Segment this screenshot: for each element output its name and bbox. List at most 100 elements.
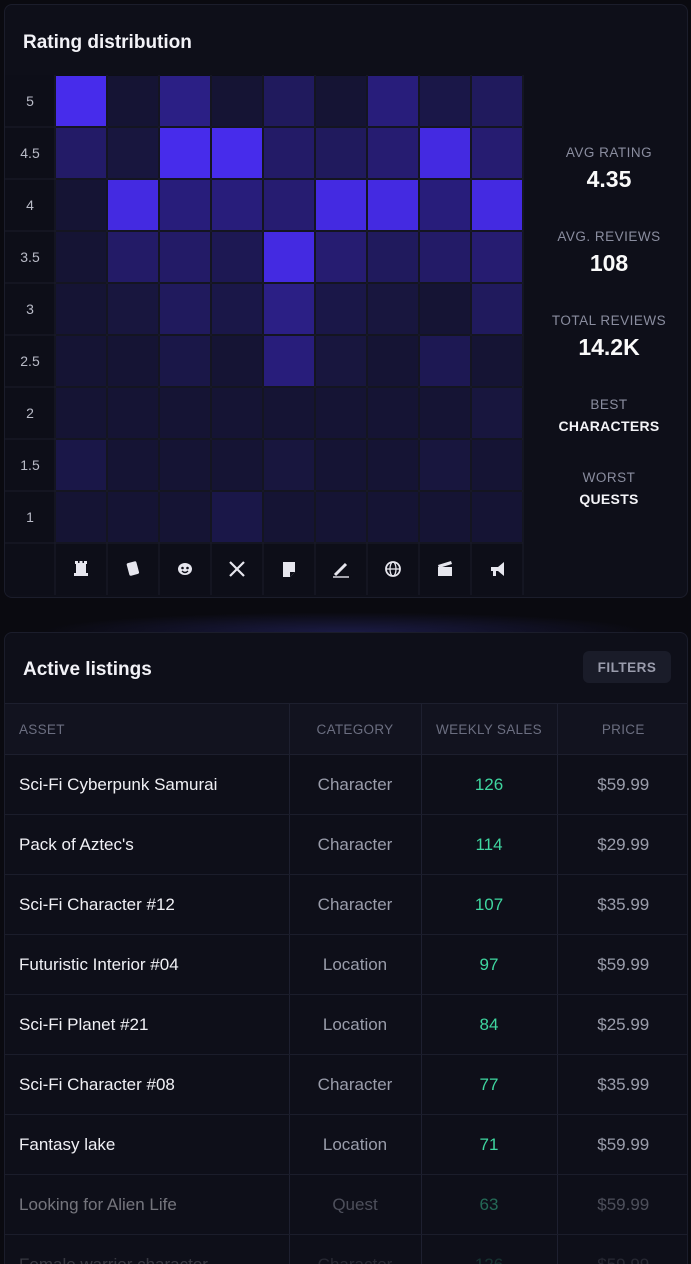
heatmap-cell[interactable] [160, 388, 210, 438]
heatmap-cell[interactable] [368, 284, 418, 334]
heatmap-cell[interactable] [108, 128, 158, 178]
heatmap-cell[interactable] [420, 492, 470, 542]
heatmap-cell[interactable] [108, 336, 158, 386]
heatmap-cell[interactable] [160, 128, 210, 178]
heatmap-cell[interactable] [420, 128, 470, 178]
heatmap-cell[interactable] [264, 492, 314, 542]
heatmap-cell[interactable] [264, 388, 314, 438]
heatmap-cell[interactable] [316, 232, 366, 282]
heatmap-cell[interactable] [56, 388, 106, 438]
heatmap-cell[interactable] [420, 232, 470, 282]
heatmap-cell[interactable] [472, 232, 522, 282]
heatmap-cell[interactable] [264, 180, 314, 230]
heatmap-cell[interactable] [160, 180, 210, 230]
heatmap-cell[interactable] [56, 336, 106, 386]
heatmap-cell[interactable] [264, 440, 314, 490]
table-row[interactable]: Sci-Fi Character #12 Character 107 $35.9… [5, 874, 687, 935]
column-header-category[interactable]: CATEGORY [288, 703, 421, 755]
heatmap-cell[interactable] [420, 180, 470, 230]
heatmap-cell[interactable] [472, 336, 522, 386]
table-row[interactable]: Pack of Aztec's Character 114 $29.99 [5, 814, 687, 875]
heatmap-cell[interactable] [56, 440, 106, 490]
heatmap-cell[interactable] [420, 336, 470, 386]
table-row[interactable]: Sci-Fi Character #08 Character 77 $35.99 [5, 1054, 687, 1115]
filters-button[interactable]: FILTERS [583, 651, 671, 683]
heatmap-cell[interactable] [264, 76, 314, 126]
heatmap-cell[interactable] [316, 492, 366, 542]
heatmap-cell[interactable] [56, 232, 106, 282]
heatmap-cell[interactable] [316, 180, 366, 230]
heatmap-cell[interactable] [472, 180, 522, 230]
column-header-price[interactable]: PRICE [556, 703, 687, 755]
heatmap-cell[interactable] [420, 388, 470, 438]
heatmap-cell[interactable] [368, 232, 418, 282]
heatmap-cell[interactable] [264, 284, 314, 334]
heatmap-cell[interactable] [160, 284, 210, 334]
heatmap-cell[interactable] [472, 284, 522, 334]
heatmap-cell[interactable] [212, 284, 262, 334]
heatmap-cell[interactable] [212, 128, 262, 178]
heatmap-cell[interactable] [472, 76, 522, 126]
heatmap-cell[interactable] [368, 128, 418, 178]
heatmap-cell[interactable] [56, 128, 106, 178]
heatmap-cell[interactable] [160, 440, 210, 490]
heatmap-cell[interactable] [212, 232, 262, 282]
table-row[interactable]: Sci-Fi Cyberpunk Samurai Character 126 $… [5, 754, 687, 815]
sales-cell: 63 [420, 1174, 557, 1235]
heatmap-cell[interactable] [472, 492, 522, 542]
price-cell: $29.99 [556, 814, 687, 875]
heatmap-cell[interactable] [108, 492, 158, 542]
heatmap-cell[interactable] [472, 388, 522, 438]
heatmap-cell[interactable] [108, 232, 158, 282]
heatmap-cell[interactable] [108, 76, 158, 126]
heatmap-cell[interactable] [212, 76, 262, 126]
heatmap-cell[interactable] [264, 128, 314, 178]
heatmap-cell[interactable] [264, 336, 314, 386]
table-row[interactable]: Sci-Fi Planet #21 Location 84 $25.99 [5, 994, 687, 1055]
heatmap-cell[interactable] [316, 76, 366, 126]
heatmap-cell[interactable] [160, 232, 210, 282]
heatmap-cell[interactable] [368, 76, 418, 126]
heatmap-cell[interactable] [316, 284, 366, 334]
heatmap-cell[interactable] [368, 492, 418, 542]
heatmap-cell[interactable] [212, 492, 262, 542]
heatmap-cell[interactable] [212, 180, 262, 230]
heatmap-cell[interactable] [316, 336, 366, 386]
column-header-weekly-sales[interactable]: WEEKLY SALES [420, 703, 557, 755]
heatmap-cell[interactable] [108, 440, 158, 490]
table-row[interactable]: Futuristic Interior #04 Location 97 $59.… [5, 934, 687, 995]
heatmap-cell[interactable] [368, 388, 418, 438]
heatmap-cell[interactable] [108, 388, 158, 438]
heatmap-cell[interactable] [368, 180, 418, 230]
heatmap-cell[interactable] [160, 492, 210, 542]
heatmap-cell[interactable] [160, 336, 210, 386]
heatmap-cell[interactable] [420, 76, 470, 126]
avg-reviews-value: 108 [589, 250, 629, 276]
heatmap-cell[interactable] [420, 284, 470, 334]
heatmap-cell[interactable] [264, 232, 314, 282]
heatmap-cell[interactable] [420, 440, 470, 490]
heatmap-cell[interactable] [108, 180, 158, 230]
heatmap-cell[interactable] [368, 440, 418, 490]
category-cell: Character [288, 874, 421, 935]
heatmap-cell[interactable] [316, 128, 366, 178]
table-row[interactable]: Fantasy lake Location 71 $59.99 [5, 1114, 687, 1175]
heatmap-cell[interactable] [368, 336, 418, 386]
column-header-asset[interactable]: ASSET [5, 703, 289, 755]
heatmap-cell[interactable] [316, 388, 366, 438]
heatmap-cell[interactable] [108, 284, 158, 334]
heatmap-cell[interactable] [472, 128, 522, 178]
heatmap-cell[interactable] [160, 76, 210, 126]
heatmap-cell[interactable] [212, 336, 262, 386]
heatmap-cell[interactable] [56, 180, 106, 230]
heatmap-cell[interactable] [212, 388, 262, 438]
heatmap-cell[interactable] [212, 440, 262, 490]
heatmap-cell[interactable] [472, 440, 522, 490]
heatmap-cell[interactable] [56, 492, 106, 542]
asset-cell: Futuristic Interior #04 [5, 934, 289, 995]
table-row[interactable]: Looking for Alien Life Quest 63 $59.99 [5, 1174, 687, 1235]
heatmap-cell[interactable] [316, 440, 366, 490]
heatmap-cell[interactable] [56, 76, 106, 126]
table-row[interactable]: Female warrior character Character 126 $… [5, 1234, 687, 1264]
heatmap-cell[interactable] [56, 284, 106, 334]
